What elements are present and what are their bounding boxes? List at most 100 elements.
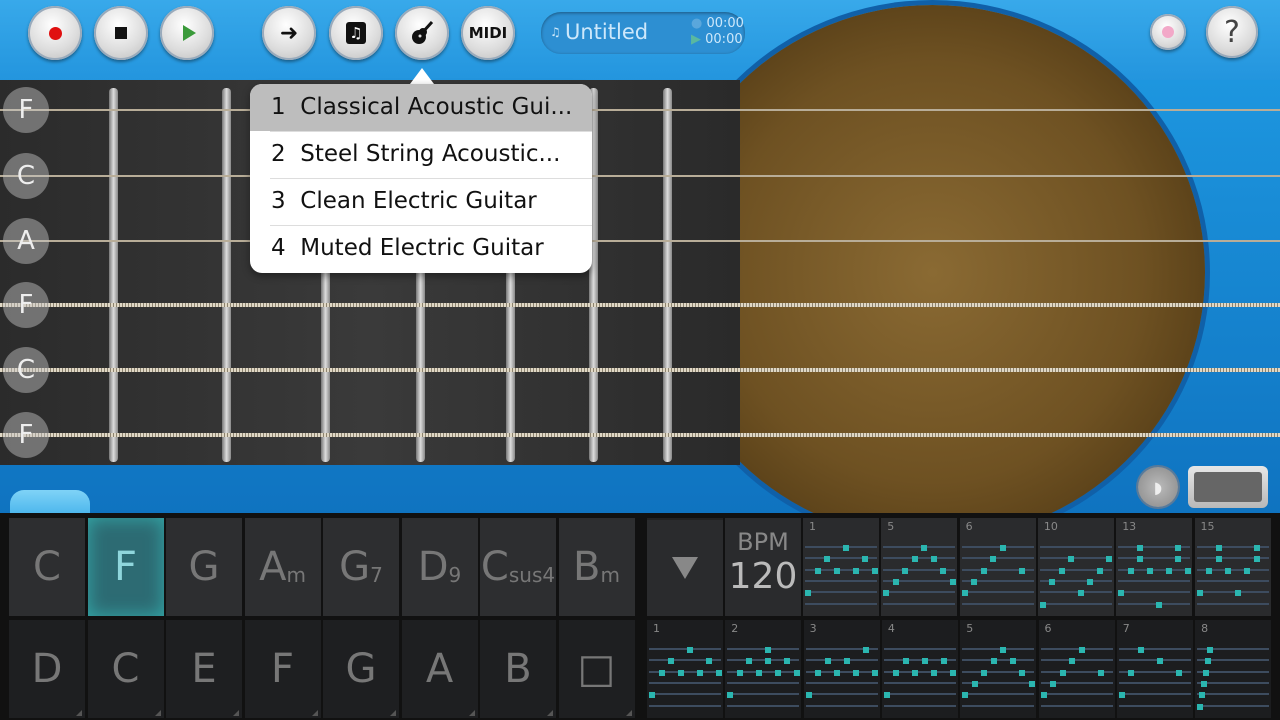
song-display[interactable]: ♫ Untitled ● 00:00 ▶ 00:00 — [541, 12, 745, 54]
bass-note-button[interactable]: A — [401, 620, 478, 718]
midi-button[interactable]: MIDI — [461, 6, 515, 60]
strum-pattern[interactable]: 6 — [1038, 620, 1115, 718]
pattern-note — [1106, 556, 1113, 563]
strum-pattern[interactable]: 5 — [881, 518, 958, 616]
pattern-note — [1206, 647, 1213, 653]
bass-note-button[interactable]: B — [480, 620, 556, 718]
pattern-note — [1175, 556, 1182, 563]
pattern-note — [1068, 556, 1075, 563]
pattern-string-line — [883, 648, 956, 650]
bass-note-button[interactable]: D — [9, 620, 85, 718]
pattern-note — [1128, 669, 1135, 676]
menu-item-instrument[interactable]: 3 Clean Electric Guitar — [250, 178, 592, 225]
strum-pattern[interactable]: 1 — [803, 518, 879, 616]
bpm-control[interactable]: BPM 120 — [725, 518, 801, 616]
pattern-note — [1225, 567, 1231, 574]
bass-note-button[interactable]: G — [323, 620, 399, 718]
pattern-note — [1200, 680, 1207, 687]
guitar-string[interactable] — [0, 303, 1280, 307]
pattern-string-line — [1040, 693, 1113, 696]
menu-item-instrument[interactable]: 2 Steel String Acoustic... — [250, 131, 592, 178]
chord-button[interactable]: Bm — [558, 518, 635, 616]
bass-note-button[interactable]: F — [244, 620, 321, 718]
chord-button[interactable]: F — [87, 518, 164, 616]
string-label: C — [3, 347, 49, 393]
guitar-string[interactable] — [0, 240, 1280, 242]
next-button[interactable]: ➜ — [262, 6, 316, 60]
sound-hole[interactable] — [660, 5, 1205, 540]
play-button[interactable] — [160, 6, 214, 60]
pattern-note — [765, 658, 772, 665]
pattern-note — [1234, 590, 1241, 597]
pattern-mode-button[interactable] — [1188, 466, 1268, 508]
pattern-note — [971, 578, 978, 585]
pattern-string-line — [883, 557, 956, 560]
pattern-string-line — [649, 681, 721, 684]
strum-pattern[interactable]: 13 — [1116, 518, 1193, 616]
chord-button[interactable]: D9 — [401, 518, 478, 616]
pattern-note — [1137, 556, 1144, 563]
pattern-note — [1039, 601, 1046, 608]
help-icon: ? — [1224, 14, 1240, 50]
strum-pattern[interactable]: 4 — [881, 620, 958, 718]
guitar-string[interactable] — [0, 175, 1280, 177]
pattern-string-line — [1197, 681, 1270, 684]
pattern-note — [814, 567, 821, 574]
chord-button[interactable]: Csus4 — [480, 518, 556, 616]
pattern-note — [930, 556, 937, 563]
string-label: C — [3, 153, 49, 199]
pattern-string-line — [1118, 704, 1191, 707]
strum-pattern[interactable]: 8 — [1195, 620, 1272, 718]
pattern-note — [1156, 658, 1163, 665]
pattern-note — [687, 647, 693, 653]
record-button[interactable] — [28, 6, 82, 60]
strum-pattern[interactable]: 3 — [803, 620, 880, 718]
pattern-note — [1202, 669, 1209, 676]
guitar-string[interactable] — [0, 368, 1280, 372]
arrow-right-icon: ➜ — [279, 20, 299, 46]
fret — [663, 88, 672, 462]
settings-button[interactable] — [1150, 14, 1186, 50]
songs-button[interactable]: ♫ — [329, 6, 383, 60]
pattern-string-line — [727, 648, 800, 650]
strum-pattern[interactable]: 5 — [960, 620, 1037, 718]
pattern-note — [1118, 692, 1125, 699]
chord-button[interactable]: G — [166, 518, 242, 616]
guitar-string[interactable] — [0, 109, 1280, 111]
bass-note-button[interactable]: E — [166, 620, 242, 718]
pattern-note — [1137, 647, 1144, 653]
menu-pointer — [410, 68, 434, 84]
string-label: A — [3, 218, 49, 264]
pattern-note — [871, 567, 878, 574]
strum-pattern[interactable]: 6 — [959, 518, 1036, 616]
pattern-note — [805, 692, 812, 699]
sound-toggle-button[interactable]: ◗ — [1138, 467, 1178, 507]
pattern-string-line — [961, 591, 1034, 594]
help-button[interactable]: ? — [1206, 6, 1258, 58]
guitar-string[interactable] — [0, 433, 1280, 437]
pattern-note — [1097, 669, 1104, 676]
menu-item-instrument[interactable]: 1 Classical Acoustic Gui... — [250, 84, 592, 131]
pattern-note — [668, 658, 674, 665]
strum-pattern[interactable]: 15 — [1194, 518, 1271, 616]
pattern-note — [883, 692, 890, 699]
pattern-note — [649, 692, 655, 699]
pattern-note — [1050, 680, 1056, 687]
bass-note-button[interactable]: □ — [558, 620, 635, 718]
collapse-button[interactable] — [647, 518, 723, 616]
strum-pattern[interactable]: 10 — [1037, 518, 1114, 616]
chord-button[interactable]: Am — [244, 518, 321, 616]
pattern-string-line — [961, 557, 1034, 560]
strum-pattern[interactable]: 1 — [647, 620, 723, 718]
stop-button[interactable] — [94, 6, 148, 60]
chord-button[interactable]: C — [9, 518, 85, 616]
pattern-string-line — [649, 693, 721, 696]
pattern-string-line — [962, 693, 1035, 696]
pattern-note — [981, 669, 988, 676]
instrument-button[interactable] — [395, 6, 449, 60]
strum-pattern[interactable]: 7 — [1116, 620, 1193, 718]
bass-note-button[interactable]: C — [87, 620, 164, 718]
menu-item-instrument[interactable]: 4 Muted Electric Guitar — [250, 225, 592, 272]
strum-pattern[interactable]: 2 — [725, 620, 802, 718]
chord-button[interactable]: G7 — [323, 518, 399, 616]
